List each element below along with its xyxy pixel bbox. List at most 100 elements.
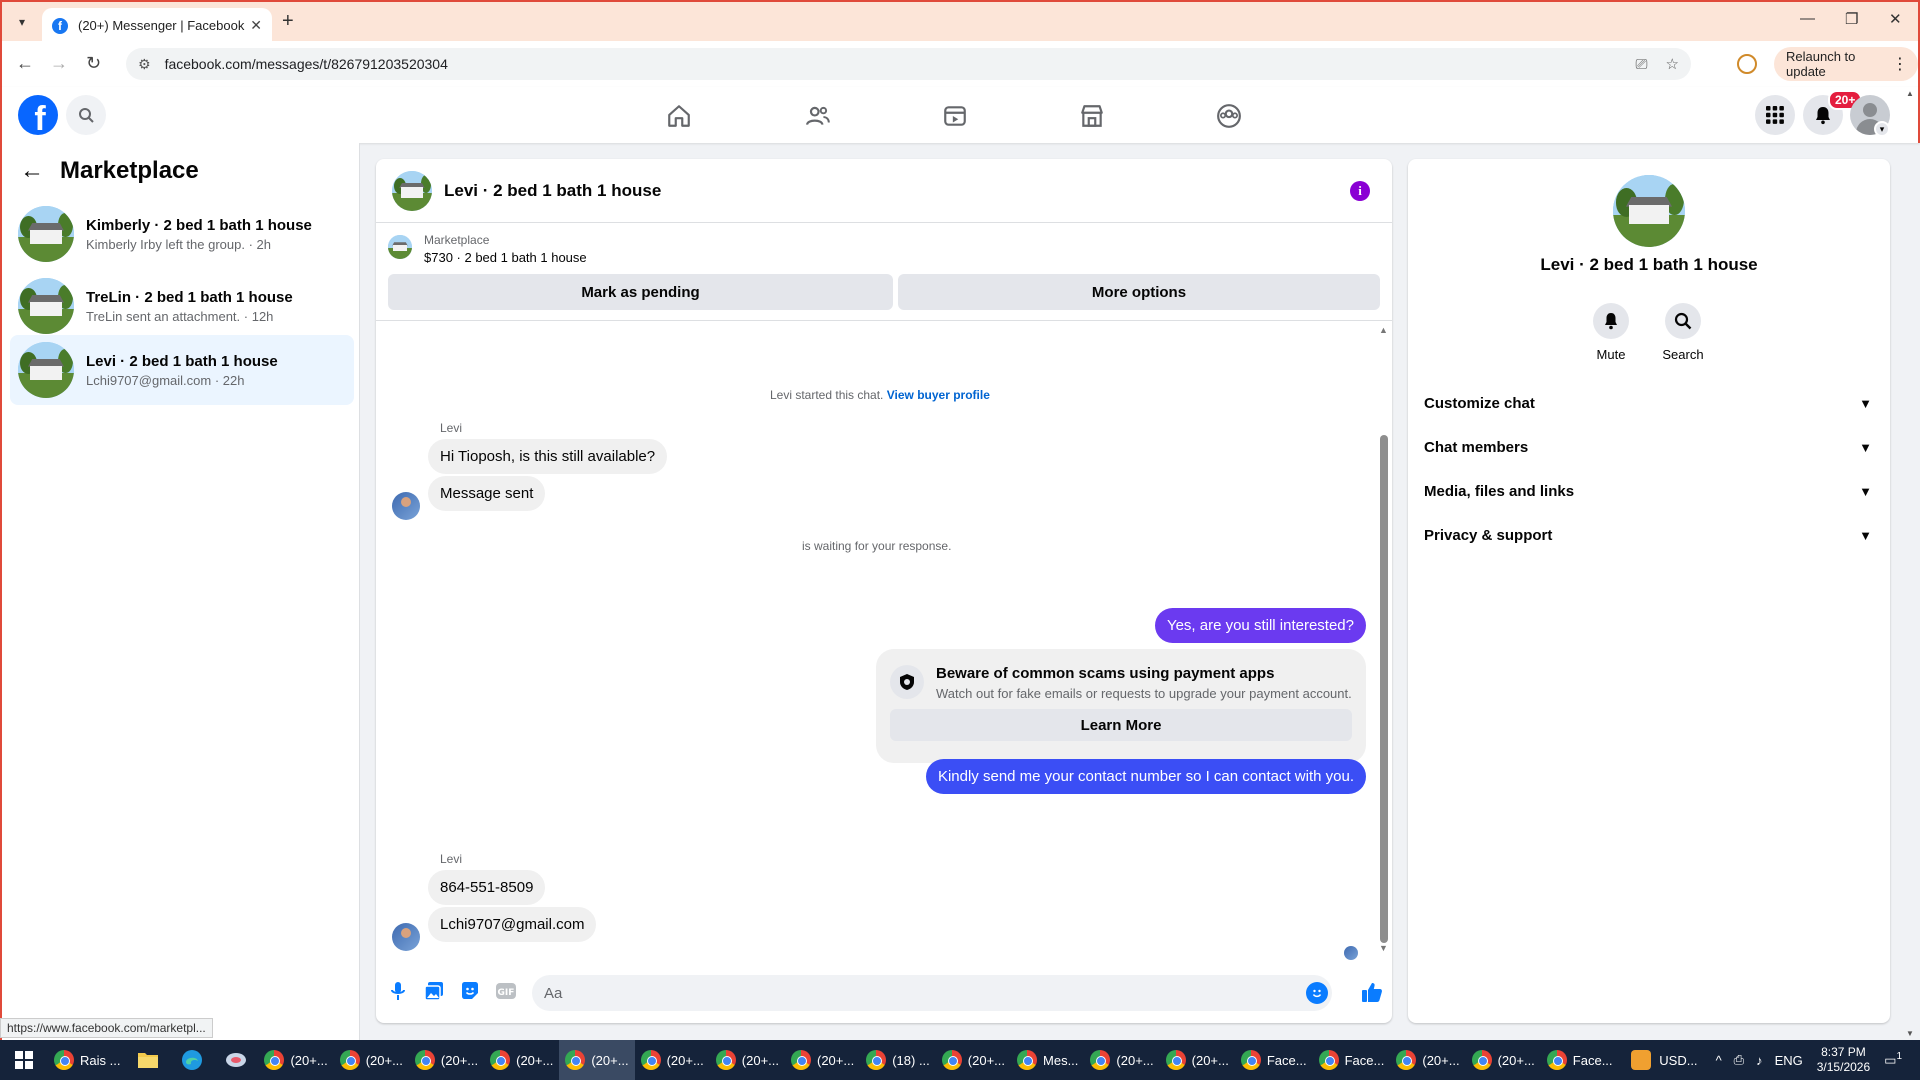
volume-icon[interactable]: ♪: [1756, 1053, 1763, 1068]
search-conversation-button[interactable]: Search: [1653, 303, 1713, 362]
profile-icon[interactable]: [1737, 54, 1757, 74]
tab-search-icon[interactable]: ▾: [10, 11, 34, 33]
taskbar-item[interactable]: (18) ...: [860, 1040, 936, 1080]
scroll-up-icon[interactable]: ▲: [1379, 325, 1388, 335]
privacy-support-row[interactable]: Privacy & support ▼: [1416, 513, 1882, 557]
search-icon[interactable]: [66, 95, 106, 135]
microphone-icon[interactable]: [386, 979, 410, 1003]
account-chevron-icon[interactable]: ▾: [1874, 121, 1890, 137]
video-icon[interactable]: [940, 101, 970, 131]
friends-icon[interactable]: [803, 101, 833, 131]
network-icon[interactable]: ⎙: [1734, 1052, 1744, 1068]
browser-tab-active[interactable]: f (20+) Messenger | Facebook ✕: [42, 8, 272, 43]
taskbar-item[interactable]: (20+...: [484, 1040, 559, 1080]
taskbar-item[interactable]: Rais ...: [48, 1040, 126, 1080]
conversation-item-kimberly[interactable]: Kimberly · 2 bed 1 bath 1 house Kimberly…: [10, 199, 354, 269]
more-options-button[interactable]: More options: [898, 274, 1380, 310]
groups-icon[interactable]: [1214, 101, 1244, 131]
scroll-up-icon[interactable]: ▲: [1906, 89, 1914, 98]
message-input[interactable]: [532, 975, 1332, 1011]
taskbar-app-icon[interactable]: [214, 1040, 258, 1080]
forward-icon[interactable]: →: [50, 53, 68, 74]
new-tab-icon[interactable]: +: [282, 10, 294, 33]
edge-browser-icon[interactable]: [170, 1040, 214, 1080]
chat-title[interactable]: Levi · 2 bed 1 bath 1 house: [444, 181, 661, 201]
taskbar-item[interactable]: (20+...: [1390, 1040, 1465, 1080]
taskbar-item[interactable]: (20+...: [710, 1040, 785, 1080]
address-bar[interactable]: ⚙ facebook.com/messages/t/82679120352030…: [126, 48, 1691, 80]
install-app-icon[interactable]: ⎚: [1636, 56, 1648, 73]
clock[interactable]: 8:37 PM 3/15/2026: [1817, 1045, 1870, 1075]
back-icon[interactable]: ←: [16, 53, 34, 74]
incoming-message[interactable]: Lchi9707@gmail.com: [428, 907, 597, 942]
taskbar-item[interactable]: (20+...: [334, 1040, 409, 1080]
mark-as-pending-button[interactable]: Mark as pending: [388, 274, 893, 310]
taskbar-item[interactable]: (20+...: [936, 1040, 1011, 1080]
incoming-message[interactable]: 864-551-8509: [428, 870, 546, 905]
page-scrollbar[interactable]: ▲ ▼: [1904, 87, 1916, 1040]
taskbar-item[interactable]: (20+...: [409, 1040, 484, 1080]
photo-icon[interactable]: [422, 979, 446, 1003]
thumbs-up-icon[interactable]: [1359, 979, 1385, 1005]
mute-button[interactable]: Mute: [1581, 303, 1641, 362]
marketplace-label: Marketplace: [424, 233, 490, 247]
taskbar-item[interactable]: (20+...: [1084, 1040, 1159, 1080]
menu-grid-icon[interactable]: [1755, 95, 1795, 135]
taskbar-item-active[interactable]: (20+...: [559, 1040, 635, 1080]
listing-price-title[interactable]: $730 · 2 bed 1 bath 1 house: [424, 250, 587, 265]
chat-members-row[interactable]: Chat members ▼: [1416, 425, 1882, 469]
taskbar-item[interactable]: (20+...: [785, 1040, 860, 1080]
sender-avatar[interactable]: [392, 492, 420, 520]
customize-chat-row[interactable]: Customize chat ▼: [1416, 381, 1882, 425]
restore-icon[interactable]: ❐: [1845, 10, 1858, 28]
language-indicator[interactable]: ENG: [1775, 1053, 1803, 1068]
chat-scrollbar[interactable]: ▲ ▼: [1379, 325, 1389, 953]
outgoing-message[interactable]: Yes, are you still interested?: [1154, 608, 1366, 643]
taskbar-item[interactable]: Face...: [1541, 1040, 1619, 1080]
url-text[interactable]: facebook.com/messages/t/826791203520304: [165, 56, 1618, 72]
scroll-down-icon[interactable]: ▼: [1906, 1029, 1914, 1038]
taskbar-item[interactable]: Face...: [1235, 1040, 1313, 1080]
taskbar-item[interactable]: (20+...: [1160, 1040, 1235, 1080]
learn-more-button[interactable]: Learn More: [890, 709, 1352, 741]
sticker-icon[interactable]: [458, 979, 482, 1003]
currency-widget-label[interactable]: USD...: [1659, 1053, 1697, 1068]
conversation-item-levi[interactable]: Levi · 2 bed 1 bath 1 house Lchi9707@gma…: [10, 335, 354, 405]
sender-avatar[interactable]: [392, 923, 420, 951]
incoming-message[interactable]: Message sent: [428, 476, 546, 511]
chat-header-thumbnail[interactable]: [392, 170, 432, 211]
taskbar-item[interactable]: (20+...: [1466, 1040, 1541, 1080]
back-arrow-icon[interactable]: ←: [20, 157, 44, 185]
home-icon[interactable]: [664, 101, 694, 131]
windows-start-icon[interactable]: [0, 1040, 48, 1080]
taskbar-item[interactable]: Mes...: [1011, 1040, 1084, 1080]
scroll-down-icon[interactable]: ▼: [1379, 943, 1388, 953]
relaunch-button[interactable]: Relaunch to update ⋮: [1774, 47, 1918, 81]
window-close-icon[interactable]: ✕: [1889, 10, 1902, 28]
facebook-logo-icon[interactable]: f: [18, 95, 58, 135]
file-explorer-icon[interactable]: [126, 1040, 170, 1080]
taskbar-item[interactable]: (20+...: [635, 1040, 710, 1080]
emoji-icon[interactable]: [1306, 982, 1328, 1004]
marketplace-icon[interactable]: [1077, 101, 1107, 131]
action-center-icon[interactable]: ▭1: [1884, 1051, 1902, 1068]
bookmark-star-icon[interactable]: ☆: [1666, 55, 1679, 73]
link-status-tooltip: https://www.facebook.com/marketpl...: [0, 1018, 213, 1038]
reload-icon[interactable]: ↻: [86, 53, 101, 74]
incoming-message[interactable]: Hi Tioposh, is this still available?: [428, 439, 668, 474]
taskbar-item[interactable]: Face...: [1313, 1040, 1391, 1080]
currency-widget-icon[interactable]: [1631, 1050, 1652, 1070]
gif-icon[interactable]: GIF: [494, 979, 518, 1003]
tray-chevron-icon[interactable]: ^: [1716, 1053, 1722, 1068]
outgoing-message[interactable]: Kindly send me your contact number so I …: [925, 759, 1366, 794]
conversation-item-trelin[interactable]: TreLin · 2 bed 1 bath 1 house TreLin sen…: [10, 271, 354, 341]
menu-dots-icon[interactable]: ⋮: [1892, 54, 1908, 74]
scrollbar-thumb[interactable]: [1380, 435, 1388, 943]
taskbar-item[interactable]: (20+...: [258, 1040, 333, 1080]
minimize-icon[interactable]: —: [1800, 10, 1815, 27]
site-info-icon[interactable]: ⚙: [138, 56, 151, 73]
info-icon[interactable]: i: [1350, 181, 1370, 201]
view-buyer-profile-link[interactable]: View buyer profile: [887, 388, 990, 402]
media-files-links-row[interactable]: Media, files and links ▼: [1416, 469, 1882, 513]
tab-close-icon[interactable]: ✕: [250, 17, 262, 34]
